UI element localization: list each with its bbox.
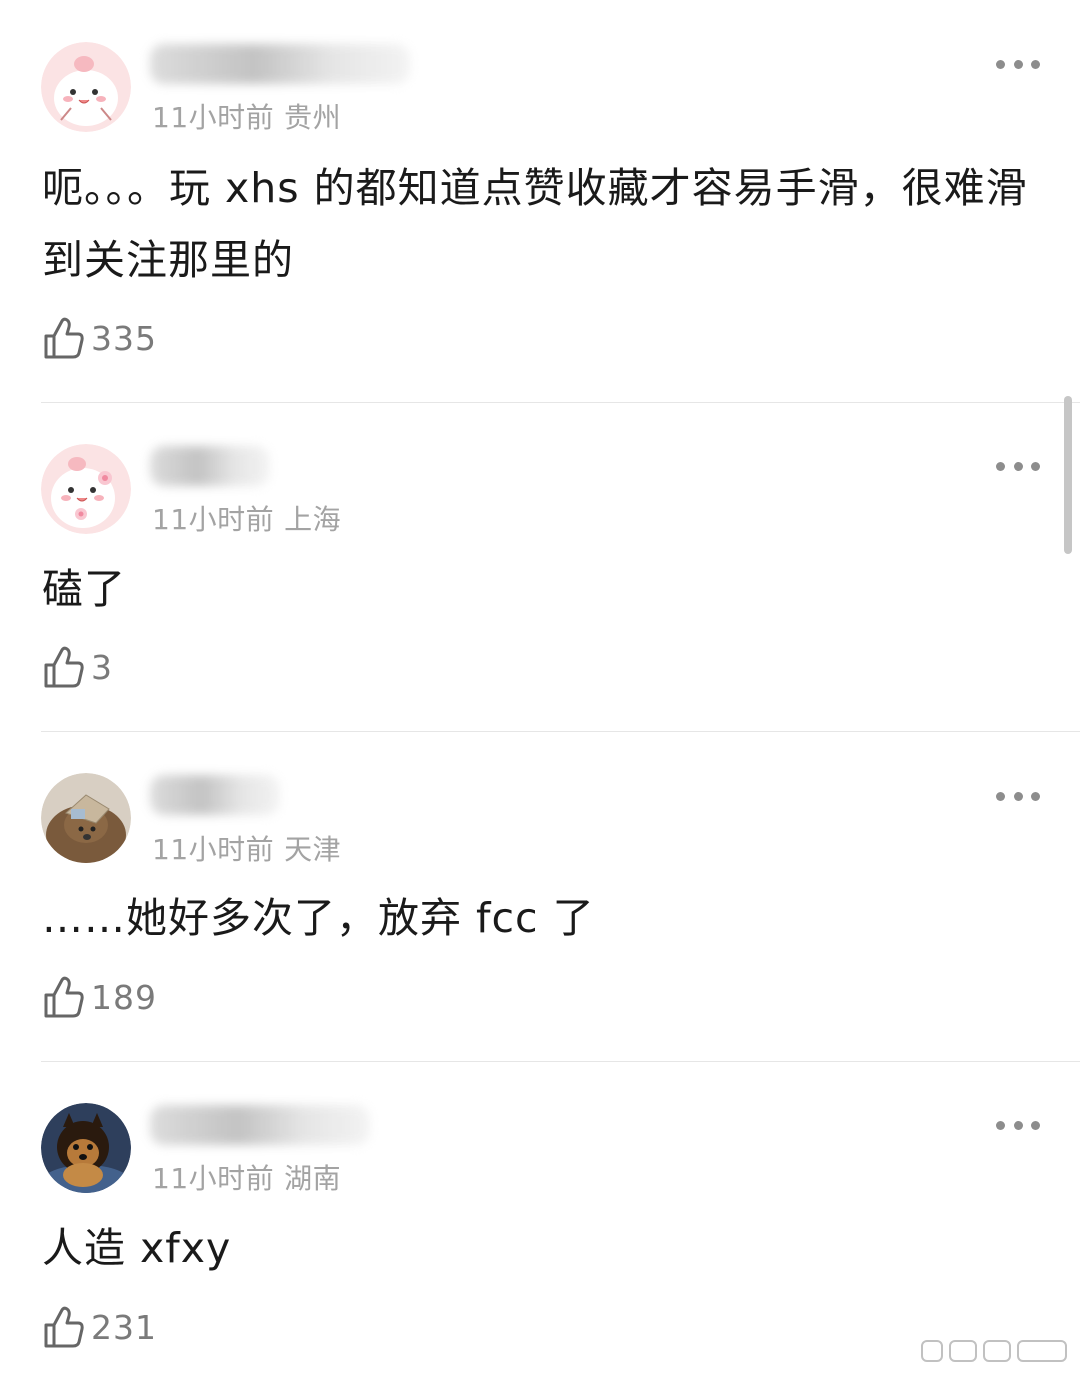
comment-time: 11小时前 (152, 833, 275, 866)
like-button[interactable]: 231 (43, 1303, 157, 1351)
comment-location: 湖南 (284, 1162, 342, 1195)
username-blurred[interactable] (150, 1105, 370, 1145)
divider (41, 402, 1080, 403)
avatar[interactable] (41, 773, 131, 863)
like-button[interactable]: 335 (43, 314, 157, 362)
like-count: 335 (91, 318, 157, 358)
comment-text: 人造 xfxy (42, 1224, 232, 1272)
more-dots-icon[interactable] (996, 1119, 1040, 1131)
more-dots-icon[interactable] (996, 58, 1040, 70)
comment-location: 上海 (284, 503, 342, 536)
username-blurred[interactable] (150, 775, 280, 815)
comment-time: 11小时前 (152, 503, 275, 536)
like-button[interactable]: 189 (43, 973, 157, 1021)
comment-location: 天津 (284, 833, 342, 866)
like-count: 189 (91, 977, 157, 1017)
avatar[interactable] (41, 444, 131, 534)
thumbs-up-icon (44, 646, 84, 688)
watermark-logo (921, 1340, 1067, 1362)
like-count: 231 (91, 1307, 157, 1347)
avatar[interactable] (41, 42, 131, 132)
avatar[interactable] (41, 1103, 131, 1193)
comment-text: 磕了 (42, 565, 126, 613)
comment-location: 贵州 (284, 101, 342, 134)
divider (41, 731, 1080, 732)
divider (41, 1061, 1080, 1062)
like-count: 3 (91, 647, 113, 687)
more-dots-icon[interactable] (996, 460, 1040, 472)
comment-text: ……她好多次了，放弃 fcc 了 (42, 894, 595, 942)
comment-meta: 11小时前 上海 (152, 498, 341, 538)
like-button[interactable]: 3 (43, 643, 113, 691)
more-dots-icon[interactable] (996, 790, 1040, 802)
username-blurred[interactable] (150, 446, 270, 486)
thumbs-up-icon (44, 976, 84, 1018)
username-blurred[interactable] (150, 44, 410, 84)
comment-time: 11小时前 (152, 1162, 275, 1195)
comment-meta: 11小时前 贵州 (152, 96, 341, 136)
thumbs-up-icon (44, 317, 84, 359)
comment-text: 呃。。。玩 xhs 的都知道点赞收藏才容易手滑，很难滑到关注那里的 (42, 164, 1028, 284)
thumbs-up-icon (44, 1306, 84, 1348)
scrollbar[interactable] (1064, 396, 1072, 554)
comment-meta: 11小时前 天津 (152, 828, 341, 868)
comment-time: 11小时前 (152, 101, 275, 134)
comment-meta: 11小时前 湖南 (152, 1157, 341, 1197)
